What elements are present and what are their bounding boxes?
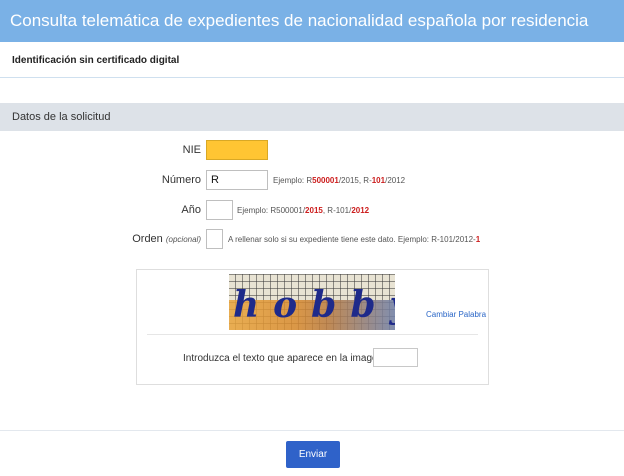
captcha-word: hobby [233,284,395,326]
anio-label: Año [181,204,201,216]
numero-hint: Ejemplo: R500001/2015, R-101/2012 [273,176,406,185]
numero-row: Número Ejemplo: R500001/2015, R-101/2012 [0,170,624,192]
subheader-title: Identificación sin certificado digital [12,55,180,66]
numero-input[interactable] [206,170,268,190]
section-header: Datos de la solicitud [0,103,624,131]
page-header: Consulta telemática de expedientes de na… [0,0,624,42]
anio-input[interactable] [206,200,233,220]
anio-hint: Ejemplo: R500001/2015, R-101/2012 [237,206,370,215]
captcha-divider [147,334,478,335]
change-word-link[interactable]: Cambiar Palabra [426,310,486,319]
captcha-input[interactable] [373,348,418,367]
orden-label: Orden (opcional) [132,233,201,245]
submit-button[interactable]: Enviar [286,441,340,468]
orden-input[interactable] [206,229,223,249]
captcha-input-label: Introduzca el texto que aparece en la im… [183,353,384,364]
page-title: Consulta telemática de expedientes de na… [10,11,589,30]
captcha-panel: hobby Cambiar Palabra Introduzca el text… [136,269,489,385]
captcha-image: hobby [229,274,395,330]
footer-divider [0,430,624,431]
section-title: Datos de la solicitud [12,111,111,123]
nie-input[interactable] [206,140,268,160]
numero-label: Número [161,174,201,186]
identification-subheader: Identificación sin certificado digital [0,46,624,78]
nie-label: NIE [182,144,201,156]
nie-row: NIE [0,140,624,162]
orden-hint: A rellenar solo si su expediente tiene e… [228,235,481,244]
optional-note: (opcional) [165,235,201,244]
orden-row: Orden (opcional) A rellenar solo si su e… [0,229,624,251]
anio-row: Año Ejemplo: R500001/2015, R-101/2012 [0,200,624,222]
